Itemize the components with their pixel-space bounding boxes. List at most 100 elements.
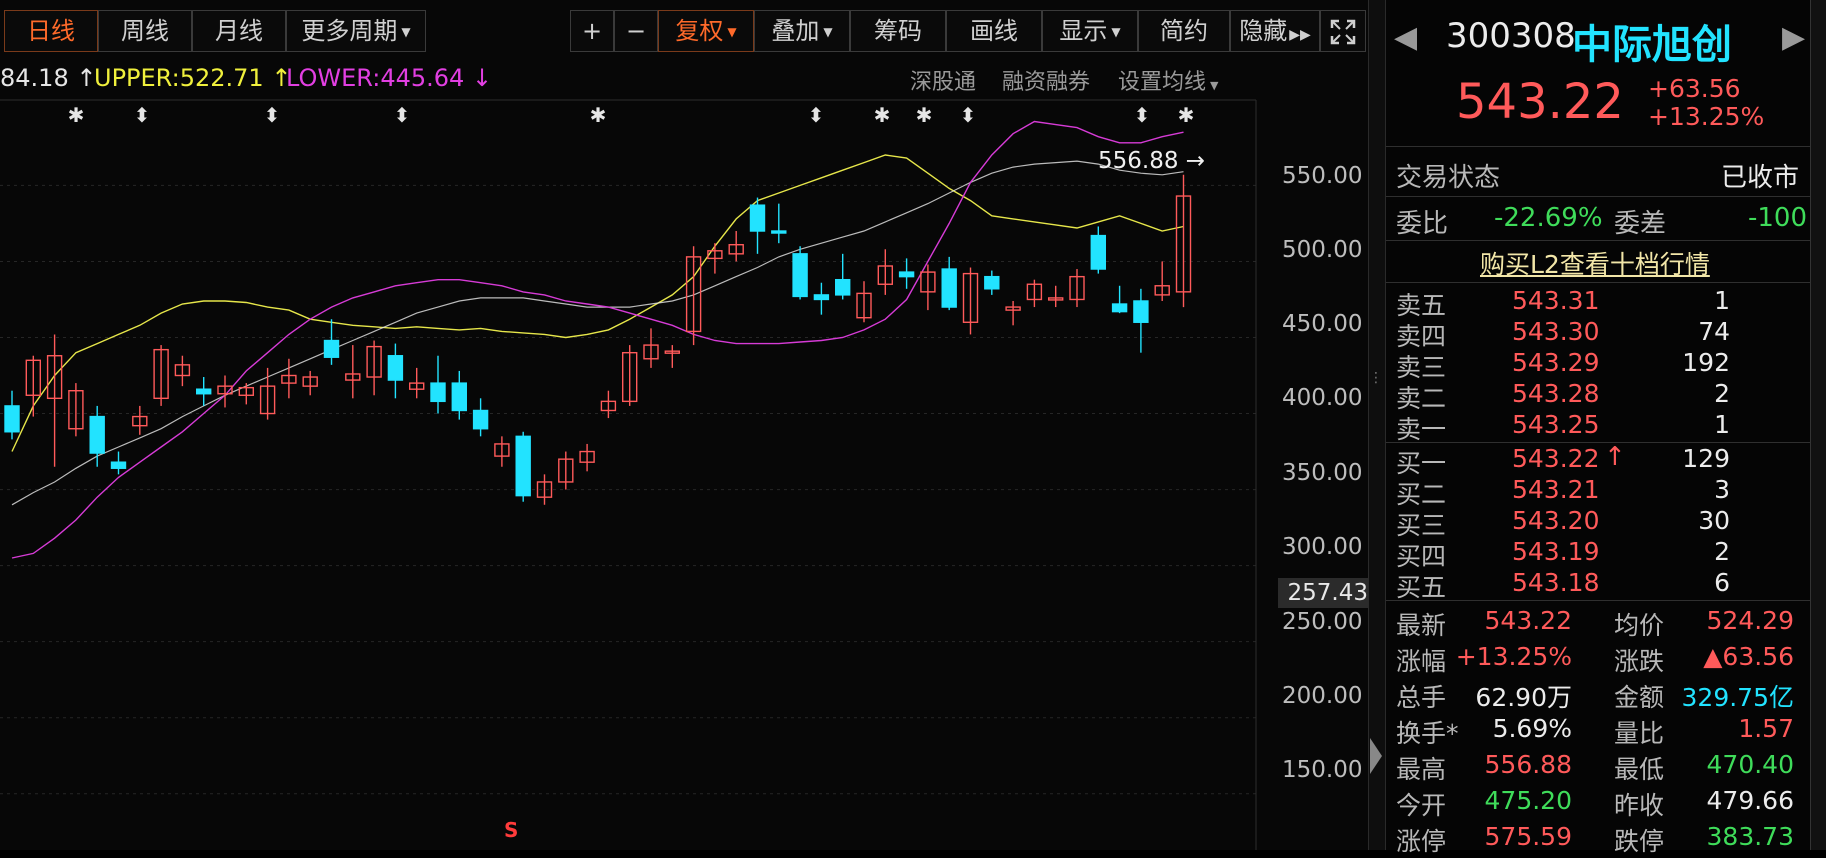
high-price-annotation: 556.88 → [1098, 148, 1206, 174]
buy-l2-link[interactable]: 购买L2查看十档行情 [1480, 245, 1710, 281]
candle-body [110, 461, 127, 469]
collapse-arrow-icon[interactable] [1370, 738, 1382, 774]
stat-label: 昨收 [1614, 791, 1665, 820]
stat-label: 涨跌 [1614, 647, 1665, 676]
bid-volume: 6 [1714, 568, 1730, 597]
candle-body [430, 382, 446, 403]
weibi-value: -22.69% [1494, 203, 1603, 233]
double-chevron-right-icon: ▶▶ [1289, 27, 1311, 43]
bid-price: 543.19 [1512, 537, 1600, 566]
y-tick-label: 200.00 [1282, 683, 1363, 709]
weibi-label: 委比 [1396, 209, 1449, 239]
ask-price: 543.29 [1512, 348, 1600, 377]
stat-label: 最高 [1396, 755, 1447, 784]
candle-body [89, 415, 105, 454]
arrow-right-icon: → [1178, 148, 1206, 174]
bid-price: 543.21 [1512, 475, 1600, 504]
y-tick-label: 500.00 [1282, 237, 1363, 263]
stat-label: 最低 [1614, 755, 1665, 784]
bid-level-label: 买五 [1396, 573, 1447, 602]
candle-body [749, 204, 766, 232]
sell-signal-icon[interactable]: S [504, 818, 518, 842]
weicha-label: 委差 [1614, 209, 1667, 239]
bid-price: 543.18 [1512, 568, 1600, 597]
side-panel-edge[interactable] [1810, 0, 1826, 850]
bid-volume: 2 [1714, 537, 1730, 566]
divider [1386, 282, 1810, 283]
stat-label: 金额 [1614, 683, 1665, 712]
candle-body [323, 339, 340, 358]
y-tick-label: 300.00 [1282, 534, 1363, 560]
stat-value: 475.20 [1484, 786, 1572, 815]
trade-status-label: 交易状态 [1396, 163, 1501, 193]
prev-stock-button[interactable]: ◀ [1394, 20, 1417, 55]
y-tick-label: 150.00 [1282, 757, 1363, 783]
divider [1386, 442, 1810, 443]
candle-body [941, 268, 957, 308]
candle-body [771, 230, 787, 234]
ask-level-label: 卖一 [1396, 415, 1447, 444]
stat-value: +13.25% [1455, 642, 1572, 671]
candle-body [984, 275, 1000, 290]
candle-body [813, 294, 830, 301]
panel-splitter[interactable] [1368, 0, 1386, 850]
candle-body [1133, 300, 1149, 323]
stat-label: 涨停 [1396, 827, 1447, 856]
candle-body [195, 388, 212, 395]
stat-value: 5.69% [1492, 714, 1572, 743]
ask-volume: 192 [1682, 348, 1730, 377]
price-change: +63.56 [1648, 74, 1741, 103]
price-change-pct: +13.25% [1648, 102, 1765, 131]
candle-body [898, 271, 915, 278]
y-tick-label: 350.00 [1282, 460, 1363, 486]
last-price: 543.22 [1456, 74, 1624, 130]
ask-price: 543.31 [1512, 286, 1600, 315]
y-tick-label: 250.00 [1282, 609, 1363, 635]
stat-value: 470.40 [1706, 750, 1794, 779]
stat-value: ▲63.56 [1703, 642, 1794, 671]
candle-body [835, 278, 851, 296]
trade-status-value: 已收市 [1721, 163, 1800, 193]
ask-price: 543.28 [1512, 379, 1600, 408]
divider [1386, 240, 1810, 241]
bid-volume: 129 [1682, 444, 1730, 473]
ask-volume: 2 [1714, 379, 1730, 408]
stat-value: 329.75亿 [1681, 683, 1794, 712]
stat-value: 575.59 [1484, 822, 1572, 851]
bid-price: 543.22 [1512, 444, 1600, 473]
kline-chart-area[interactable]: 日线 周线 月线 更多周期 ▼ + − 复权 ▼ 叠加 ▼ 筹码 画线 显示 ▼ 简约 … [0, 0, 1374, 850]
candle-body [472, 409, 489, 430]
divider [1386, 600, 1810, 601]
next-stock-button[interactable]: ▶ [1782, 20, 1805, 55]
candle-body [387, 355, 404, 381]
stat-label: 均价 [1614, 611, 1665, 640]
stat-value: 556.88 [1484, 750, 1572, 779]
stat-value: 524.29 [1706, 606, 1794, 635]
candlestick-chart[interactable] [0, 0, 1260, 850]
divider [1386, 196, 1810, 197]
ask-price: 543.30 [1512, 317, 1600, 346]
ask-price: 543.25 [1512, 410, 1600, 439]
candle-body [4, 405, 20, 433]
stat-label: 跌停 [1614, 827, 1665, 856]
fullscreen-button[interactable] [1320, 10, 1366, 52]
stat-label: 涨幅 [1396, 647, 1447, 676]
bid-price: 543.20 [1512, 506, 1600, 535]
candle-body [451, 382, 467, 412]
stat-value: 62.90万 [1475, 683, 1572, 712]
candle-body [1111, 303, 1128, 313]
mid-band-line [11, 160, 1184, 506]
quote-panel: ◀ 300308 中际旭创 ▶ 543.22 +63.56 +13.25% 交易… [1386, 0, 1810, 856]
y-tick-label: 400.00 [1282, 385, 1363, 411]
bid-volume: 30 [1698, 506, 1730, 535]
bid-volume: 3 [1714, 475, 1730, 504]
candle-body [792, 253, 808, 298]
price-up-arrow-icon: ↑ [1604, 442, 1626, 472]
cursor-price-label: 257.43 [1278, 578, 1374, 608]
stat-label: 量比 [1614, 719, 1665, 748]
divider [1386, 146, 1810, 147]
y-tick-label: 550.00 [1282, 163, 1363, 189]
stat-label: 换手* [1396, 719, 1459, 748]
stat-value: 383.73 [1706, 822, 1794, 851]
stat-value: 1.57 [1738, 714, 1794, 743]
